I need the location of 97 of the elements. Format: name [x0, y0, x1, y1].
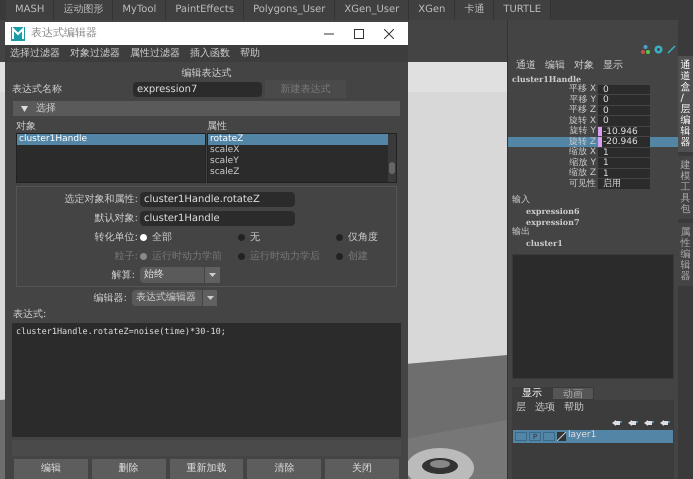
text-field[interactable]: expression7: [133, 82, 262, 97]
section-header[interactable]: 选择: [13, 101, 400, 116]
shelf-tab[interactable]: Polygons_User: [244, 0, 336, 20]
dialog-button[interactable]: 重新加载: [170, 459, 244, 479]
visibility-toggle[interactable]: [515, 432, 527, 440]
tab[interactable]: 显示: [512, 386, 552, 400]
caret-icon: [209, 273, 216, 278]
window-title: 表达式编辑器: [31, 25, 97, 42]
maximize-icon[interactable]: [354, 28, 364, 38]
section-label: 输出: [511, 226, 530, 237]
radio-button[interactable]: 无: [238, 230, 336, 245]
channel-row[interactable]: 缩放 X 1: [508, 147, 678, 158]
input-node-label: expression6: [525, 205, 581, 216]
shelf-tab[interactable]: XGen: [409, 0, 456, 20]
dialog-button[interactable]: 关闭: [325, 459, 399, 479]
channel-value[interactable]: -20.946: [602, 137, 650, 146]
channel-row[interactable]: 缩放 Z 1: [508, 168, 678, 178]
shelf-tab[interactable]: XGen_User: [335, 0, 410, 20]
layer-arrow-icon[interactable]: [660, 420, 670, 426]
menu-item[interactable]: 通道: [516, 58, 536, 72]
shelf-tab[interactable]: MyTool: [113, 0, 166, 20]
dialog-heading: 编辑表达式: [182, 66, 232, 79]
list-item[interactable]: scaleZ: [208, 167, 388, 178]
pencil-icon[interactable]: [667, 45, 676, 54]
code-editor[interactable]: cluster1Handle.rotateZ=noise(time)*30-10;: [12, 323, 401, 438]
channel-row[interactable]: 平移 Y 0: [508, 94, 678, 105]
scrollbar[interactable]: [388, 134, 396, 182]
app-logo-icon: [11, 26, 25, 40]
channel-row[interactable]: 旋转 Y -10.946: [508, 126, 678, 136]
menu-item[interactable]: 对象: [574, 58, 594, 72]
radio-button[interactable]: 仅角度: [336, 230, 378, 245]
menu-item[interactable]: 属性过滤器: [130, 46, 180, 61]
list-item[interactable]: scaleY: [208, 156, 388, 168]
layer-arrow-icon[interactable]: [612, 420, 622, 426]
channel-row[interactable]: 旋转 X 0: [508, 116, 678, 126]
section-label: 输入: [511, 194, 531, 205]
output-node-label: cluster1: [525, 237, 564, 248]
layer-color-swatch[interactable]: [557, 432, 566, 440]
channel-row[interactable]: 缩放 Y 1: [508, 158, 678, 168]
list-item[interactable]: rotateZ: [208, 134, 388, 146]
side-tab[interactable]: 建模工具包: [678, 156, 693, 219]
caret-icon: [206, 296, 214, 300]
menu-item[interactable]: 帮助: [240, 46, 260, 61]
field-label: 解算:: [110, 268, 136, 283]
shelf-tab[interactable]: MASH: [6, 0, 54, 20]
node-icon[interactable]: [641, 45, 650, 54]
shelf-tab[interactable]: PaintEffects: [166, 0, 244, 20]
channel-value[interactable]: 1: [602, 158, 650, 168]
channel-value[interactable]: 启用: [602, 179, 650, 188]
dialog-button[interactable]: 编辑: [14, 459, 88, 479]
field-label: 转化单位:: [94, 230, 139, 245]
channel-value[interactable]: 0: [602, 106, 650, 115]
menu-item[interactable]: 对象过滤器: [70, 46, 120, 61]
menu-item[interactable]: 选项: [535, 400, 555, 415]
field-label: 表达式名称: [12, 82, 63, 97]
shelf-tab[interactable]: 卡通: [455, 0, 494, 20]
radio-button[interactable]: 全部: [140, 230, 238, 245]
channel-value[interactable]: 0: [602, 84, 650, 94]
channel-value[interactable]: -10.946: [602, 126, 650, 136]
list-item[interactable]: cluster1Handle: [17, 134, 205, 146]
layer-arrow-icon[interactable]: [628, 420, 638, 426]
channel-row[interactable]: 平移 X 0: [508, 84, 678, 94]
text-field[interactable]: cluster1Handle.rotateZ: [140, 192, 295, 207]
list-label: 属性: [207, 121, 228, 134]
input-node-label: expression7: [526, 216, 581, 226]
menu-item[interactable]: 显示: [603, 58, 623, 72]
dialog-button[interactable]: 清除: [247, 459, 322, 479]
field-label: 默认对象:: [94, 212, 139, 226]
side-tab[interactable]: 属性编辑器: [678, 223, 693, 286]
channel-value[interactable]: 0: [602, 116, 650, 126]
field-label: 编辑器:: [92, 292, 128, 306]
menu-item[interactable]: 层: [516, 400, 526, 415]
channel-row[interactable]: 平移 Z 0: [508, 105, 678, 116]
node-name: cluster1Handle: [511, 73, 582, 84]
menu-item[interactable]: 选择过滤器: [10, 46, 60, 61]
dialog-button[interactable]: 删除: [92, 459, 166, 479]
layer-arrow-icon[interactable]: [644, 420, 654, 426]
dropdown[interactable]: 表达式编辑器: [132, 290, 217, 306]
menu-item[interactable]: 帮助: [564, 400, 584, 415]
display-toggle[interactable]: [543, 432, 555, 440]
channel-row[interactable]: 可见性 启用: [508, 178, 678, 189]
field-label: 表达式:: [13, 309, 48, 322]
close-icon[interactable]: [384, 28, 394, 38]
list-label: 对象: [16, 121, 37, 134]
shelf-tab[interactable]: 运动图形: [54, 0, 114, 20]
shelf-tab[interactable]: TURTLE: [494, 0, 552, 20]
text-field[interactable]: cluster1Handle: [140, 210, 295, 226]
menu-item[interactable]: 插入函数: [190, 46, 230, 61]
field-label: 选定对象和属性:: [64, 192, 139, 207]
channel-value[interactable]: 0: [602, 95, 650, 104]
channel-value[interactable]: 1: [602, 148, 650, 157]
dropdown[interactable]: 始终: [140, 267, 220, 284]
list-item[interactable]: scaleX: [208, 145, 388, 156]
side-tab[interactable]: 通道盒/层编辑器: [678, 56, 693, 152]
menu-item[interactable]: 编辑: [545, 58, 565, 72]
channel-row[interactable]: 旋转 Z -20.946: [508, 136, 678, 147]
channel-value[interactable]: 1: [602, 168, 650, 178]
